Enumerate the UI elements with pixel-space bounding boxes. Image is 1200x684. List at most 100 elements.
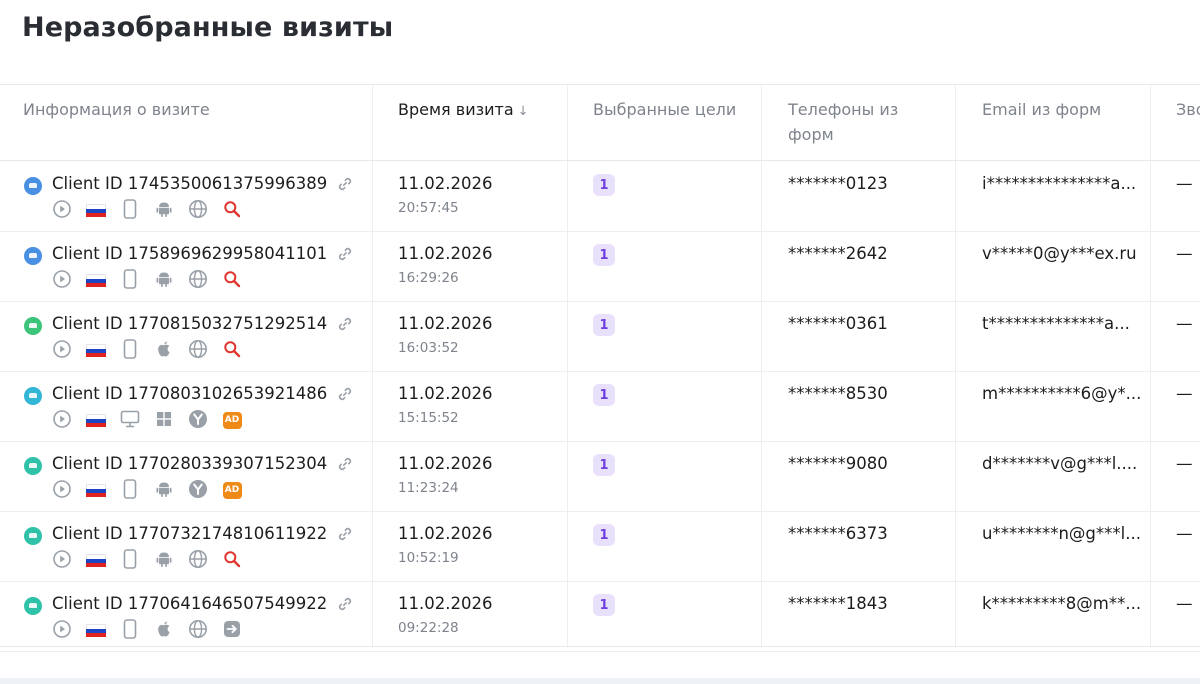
goals-count-badge[interactable]: 1 (593, 384, 615, 406)
visit-date: 11.02.2026 (398, 174, 493, 193)
visit-date: 11.02.2026 (398, 524, 493, 543)
globe-icon (188, 549, 208, 569)
mobile-phone-icon (120, 199, 140, 219)
link-icon[interactable] (337, 176, 353, 192)
russia-flag-icon (86, 549, 106, 569)
link-icon[interactable] (337, 596, 353, 612)
visitor-avatar-icon (24, 247, 42, 265)
visit-time: 15:15:52 (398, 410, 459, 426)
windows-icon (154, 409, 174, 429)
russia-flag-icon (86, 199, 106, 219)
play-icon[interactable] (52, 339, 72, 359)
email-from-form: v*****0@y***ex.ru (982, 244, 1137, 263)
client-id[interactable]: Client ID 1758969629958041101 (52, 244, 327, 263)
calls-value: — (1176, 524, 1193, 543)
visit-date: 11.02.2026 (398, 314, 493, 333)
email-from-form: u********n@g***l... (982, 524, 1141, 543)
phone-from-form: *******1843 (788, 594, 888, 613)
email-from-form: m**********6@y*... (982, 384, 1142, 403)
mobile-phone-icon (120, 619, 140, 639)
ad-icon: AD (222, 409, 242, 429)
visitor-avatar-icon (24, 597, 42, 615)
search-icon (222, 549, 242, 569)
apple-icon (154, 619, 174, 639)
visit-time: 16:03:52 (398, 340, 459, 356)
visit-date: 11.02.2026 (398, 244, 493, 263)
desktop-icon (120, 409, 140, 429)
goals-count-badge[interactable]: 1 (593, 174, 615, 196)
visit-date: 11.02.2026 (398, 454, 493, 473)
visit-time: 16:29:26 (398, 270, 459, 286)
play-icon[interactable] (52, 619, 72, 639)
globe-icon (188, 619, 208, 639)
header-emails[interactable]: Email из форм (982, 97, 1101, 122)
client-id[interactable]: Client ID 1770803102653921486 (52, 384, 327, 403)
direct-entry-icon (222, 619, 242, 639)
client-id[interactable]: Client ID 1770641646507549922 (52, 594, 327, 613)
android-icon (154, 199, 174, 219)
russia-flag-icon (86, 619, 106, 639)
apple-icon (154, 339, 174, 359)
goals-count-badge[interactable]: 1 (593, 594, 615, 616)
page-title: Неразобранные визиты (22, 12, 394, 43)
table-row[interactable]: Client ID 1770815032751292514 11.02.2026… (0, 302, 1200, 372)
link-icon[interactable] (337, 526, 353, 542)
visitor-avatar-icon (24, 527, 42, 545)
email-from-form: i***************a... (982, 174, 1137, 193)
play-icon[interactable] (52, 479, 72, 499)
search-icon (222, 199, 242, 219)
client-id[interactable]: Client ID 1770280339307152304 (52, 454, 327, 473)
visit-time: 09:22:28 (398, 620, 459, 636)
calls-value: — (1176, 384, 1193, 403)
link-icon[interactable] (337, 386, 353, 402)
play-icon[interactable] (52, 409, 72, 429)
play-icon[interactable] (52, 199, 72, 219)
goals-count-badge[interactable]: 1 (593, 244, 615, 266)
client-id[interactable]: Client ID 1770815032751292514 (52, 314, 327, 333)
header-phones[interactable]: Телефоны из форм (788, 97, 918, 147)
russia-flag-icon (86, 409, 106, 429)
play-icon[interactable] (52, 549, 72, 569)
table-row[interactable]: Client ID 1770641646507549922 11.02.2026… (0, 582, 1200, 652)
phone-from-form: *******0361 (788, 314, 888, 333)
visitor-avatar-icon (24, 177, 42, 195)
phone-from-form: *******6373 (788, 524, 888, 543)
link-icon[interactable] (337, 316, 353, 332)
email-from-form: d*******v@g***l.... (982, 454, 1138, 473)
table-row[interactable]: Client ID 1770280339307152304 AD 11.02.2… (0, 442, 1200, 512)
russia-flag-icon (86, 339, 106, 359)
android-icon (154, 479, 174, 499)
calls-value: — (1176, 244, 1193, 263)
header-visit-info[interactable]: Информация о визите (23, 97, 210, 122)
globe-icon (188, 269, 208, 289)
visit-time: 11:23:24 (398, 480, 459, 496)
yandex-browser-icon (188, 409, 208, 429)
phone-from-form: *******9080 (788, 454, 888, 473)
russia-flag-icon (86, 269, 106, 289)
mobile-phone-icon (120, 339, 140, 359)
link-icon[interactable] (337, 456, 353, 472)
link-icon[interactable] (337, 246, 353, 262)
search-icon (222, 269, 242, 289)
client-id[interactable]: Client ID 1745350061375996389 (52, 174, 327, 193)
goals-count-badge[interactable]: 1 (593, 524, 615, 546)
ad-icon: AD (222, 479, 242, 499)
table-row[interactable]: Client ID 1758969629958041101 11.02.2026… (0, 232, 1200, 302)
phone-from-form: *******2642 (788, 244, 888, 263)
russia-flag-icon (86, 479, 106, 499)
table-row[interactable]: Client ID 1770803102653921486 AD 11.02.2… (0, 372, 1200, 442)
goals-count-badge[interactable]: 1 (593, 454, 615, 476)
sort-arrow-icon[interactable]: ↓ (518, 104, 529, 119)
visit-time: 10:52:19 (398, 550, 459, 566)
mobile-phone-icon (120, 479, 140, 499)
play-icon[interactable] (52, 269, 72, 289)
yandex-browser-icon (188, 479, 208, 499)
table-row[interactable]: Client ID 1745350061375996389 11.02.2026… (0, 162, 1200, 232)
table-row[interactable]: Client ID 1770732174810611922 11.02.2026… (0, 512, 1200, 582)
header-visit-time[interactable]: Время визита ↓ (398, 97, 529, 124)
goals-count-badge[interactable]: 1 (593, 314, 615, 336)
header-goals[interactable]: Выбранные цели (593, 97, 736, 122)
client-id[interactable]: Client ID 1770732174810611922 (52, 524, 327, 543)
phone-from-form: *******8530 (788, 384, 888, 403)
header-calls[interactable]: Зво (1176, 97, 1200, 122)
